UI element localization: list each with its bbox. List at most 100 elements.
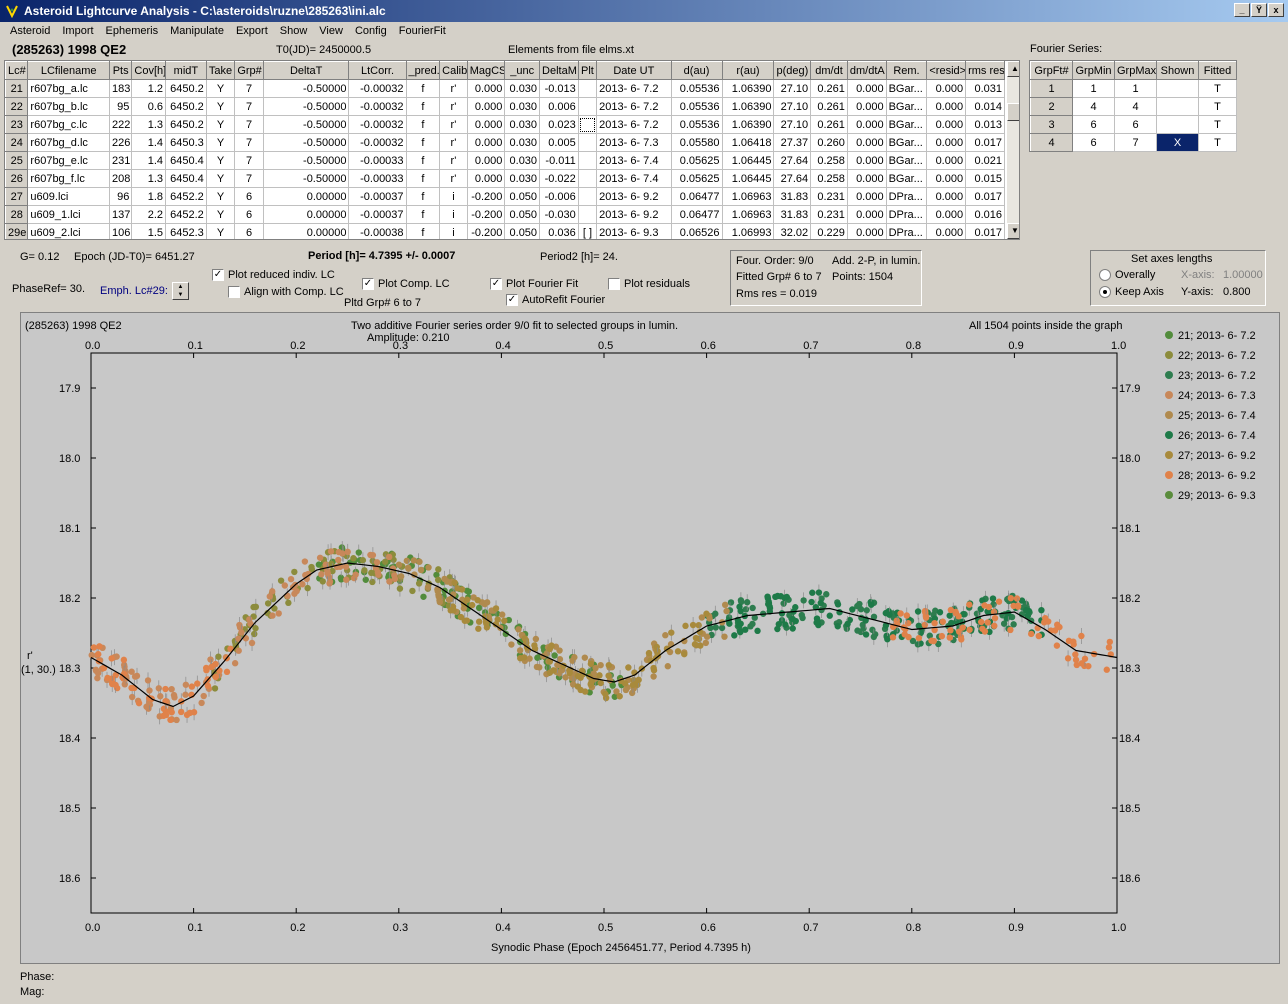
table-cell[interactable]: 1.06390 — [721, 115, 775, 134]
table-cell[interactable]: 106 — [108, 223, 133, 239]
table-cell[interactable]: 0.030 — [504, 115, 541, 134]
table-cell[interactable] — [577, 79, 598, 98]
fourier-cell[interactable]: 7 — [1114, 133, 1157, 152]
table-row[interactable]: 25 r607bg_e.lc 231 1.4 6450.4 Y 7 -0.50000 -0.00… — [5, 151, 1005, 170]
table-cell[interactable]: -0.006 — [539, 187, 579, 206]
table-cell[interactable]: 6450.4 — [165, 151, 207, 170]
table-cell[interactable]: 0.000 — [846, 169, 887, 188]
table-cell[interactable]: 0.015 — [965, 169, 1005, 188]
fourier-cell[interactable] — [1156, 97, 1199, 116]
table-cell[interactable]: 1.2 — [131, 79, 167, 98]
table-cell[interactable]: -0.00037 — [348, 187, 407, 206]
fourier-cell[interactable] — [1156, 79, 1199, 98]
table-cell[interactable]: 2013- 6- 7.2 — [596, 79, 672, 98]
col-header[interactable]: Grp# — [234, 61, 264, 80]
table-cell[interactable]: 96 — [108, 187, 133, 206]
fourier-cell[interactable]: T — [1198, 79, 1237, 98]
table-cell[interactable]: 6450.2 — [165, 97, 207, 116]
col-header[interactable]: MagCS — [466, 61, 506, 80]
table-cell[interactable]: BGar... — [885, 97, 928, 116]
table-cell[interactable] — [577, 133, 598, 152]
table-cell[interactable]: 0.00000 — [262, 223, 350, 239]
col-header[interactable]: _unc — [504, 61, 541, 80]
table-cell[interactable]: 0.050 — [504, 187, 541, 206]
table-row[interactable]: 22 r607bg_b.lc 95 0.6 6450.2 Y 7 -0.50000 -0.000… — [5, 97, 1005, 116]
lightcurve-chart[interactable]: 0.00.00.10.10.20.20.30.30.40.40.50.50.60… — [21, 313, 1279, 963]
table-cell[interactable]: 0.6 — [131, 97, 167, 116]
col-header[interactable]: Pts — [108, 61, 133, 80]
table-cell[interactable]: f — [405, 223, 441, 239]
table-cell[interactable]: 6450.3 — [165, 133, 207, 152]
table-cell[interactable]: 0.023 — [539, 115, 579, 134]
table-cell[interactable]: -0.50000 — [262, 79, 350, 98]
table-cell[interactable]: 0.258 — [810, 151, 848, 170]
table-cell[interactable]: 0.05536 — [670, 97, 723, 116]
table-cell[interactable]: 0.021 — [965, 151, 1005, 170]
col-header[interactable]: dm/dt — [810, 61, 848, 80]
table-cell[interactable]: 0.06477 — [670, 187, 723, 206]
table-cell[interactable]: 6452.3 — [165, 223, 207, 239]
table-cell[interactable]: 226 — [108, 133, 133, 152]
table-cell[interactable]: 0.000 — [846, 205, 887, 224]
fourier-col-header[interactable]: GrpMin — [1072, 61, 1115, 80]
table-cell[interactable]: 0.030 — [504, 169, 541, 188]
table-cell[interactable]: r' — [439, 115, 468, 134]
table-cell[interactable]: 27.64 — [773, 169, 812, 188]
col-header[interactable]: p(deg) — [773, 61, 812, 80]
menu-view[interactable]: View — [313, 25, 349, 37]
table-row[interactable]: 26 r607bg_f.lc 208 1.3 6450.4 Y 7 -0.50000 -0.00… — [5, 169, 1005, 188]
col-header[interactable]: dm/dtA — [846, 61, 887, 80]
table-cell[interactable]: -0.50000 — [262, 133, 350, 152]
plot-reduced-checkbox[interactable]: ✓ Plot reduced indiv. LC — [212, 269, 335, 281]
table-cell[interactable]: Y — [205, 223, 236, 239]
menu-fourierfit[interactable]: FourierFit — [393, 25, 452, 37]
table-cell[interactable]: Y — [205, 115, 236, 134]
table-cell[interactable]: 0.261 — [810, 115, 848, 134]
table-cell[interactable] — [577, 169, 598, 188]
table-cell[interactable]: 1.4 — [131, 151, 167, 170]
table-cell[interactable]: 2013- 6- 9.2 — [596, 205, 672, 224]
table-cell[interactable]: 0.000 — [926, 187, 967, 206]
table-cell[interactable]: r' — [439, 97, 468, 116]
table-cell[interactable]: r' — [439, 133, 468, 152]
minimize-button[interactable]: _ — [1234, 3, 1250, 17]
table-cell[interactable]: r607bg_b.lc — [27, 97, 110, 116]
fourier-cell[interactable]: 6 — [1072, 115, 1115, 134]
table-cell[interactable]: 231 — [108, 151, 133, 170]
col-header[interactable]: r(au) — [721, 61, 775, 80]
table-cell[interactable]: r' — [439, 169, 468, 188]
fourier-row[interactable]: 111T — [1030, 79, 1237, 98]
table-cell[interactable]: -0.00032 — [348, 97, 407, 116]
table-cell[interactable]: -0.00032 — [348, 79, 407, 98]
table-cell[interactable]: 1.8 — [131, 187, 167, 206]
table-cell[interactable] — [577, 97, 598, 116]
table-cell[interactable]: 6 — [234, 205, 264, 224]
table-cell[interactable]: DPra... — [885, 187, 928, 206]
table-cell[interactable]: 2013- 6- 9.3 — [596, 223, 672, 239]
table-cell[interactable]: 2013- 6- 7.4 — [596, 151, 672, 170]
table-cell[interactable]: 0.000 — [926, 115, 967, 134]
table-cell[interactable]: 0.017 — [965, 187, 1005, 206]
table-cell[interactable]: Y — [205, 79, 236, 98]
table-cell[interactable]: 0.000 — [926, 151, 967, 170]
table-cell[interactable]: -0.00032 — [348, 115, 407, 134]
table-cell[interactable]: r' — [439, 79, 468, 98]
table-cell[interactable]: r607bg_a.lc — [27, 79, 110, 98]
table-cell[interactable]: -0.00038 — [348, 223, 407, 239]
table-cell[interactable]: 22 — [5, 97, 29, 116]
table-cell[interactable]: r607bg_c.lc — [27, 115, 110, 134]
table-cell[interactable]: u609.lci — [27, 187, 110, 206]
table-cell[interactable]: 1.06390 — [721, 97, 775, 116]
table-cell[interactable]: r607bg_d.lc — [27, 133, 110, 152]
lightcurve-plot[interactable]: 0.0 0.0 0.1 0.1 0.2 0.2 0.3 0.3 0.4 0.4 0.5 0.5 0.6 0… — [20, 312, 1280, 964]
table-cell[interactable]: 7 — [234, 133, 264, 152]
table-cell[interactable]: -0.200 — [466, 223, 506, 239]
fourier-cell[interactable]: T — [1198, 133, 1237, 152]
table-cell[interactable]: 7 — [234, 115, 264, 134]
menu-export[interactable]: Export — [230, 25, 274, 37]
autorefit-checkbox[interactable]: ✓ AutoRefit Fourier — [506, 294, 605, 306]
table-cell[interactable]: 0.000 — [846, 79, 887, 98]
col-header[interactable]: DeltaT — [262, 61, 350, 80]
col-header[interactable]: Rem. — [885, 61, 928, 80]
col-header[interactable]: DeltaM — [539, 61, 579, 80]
